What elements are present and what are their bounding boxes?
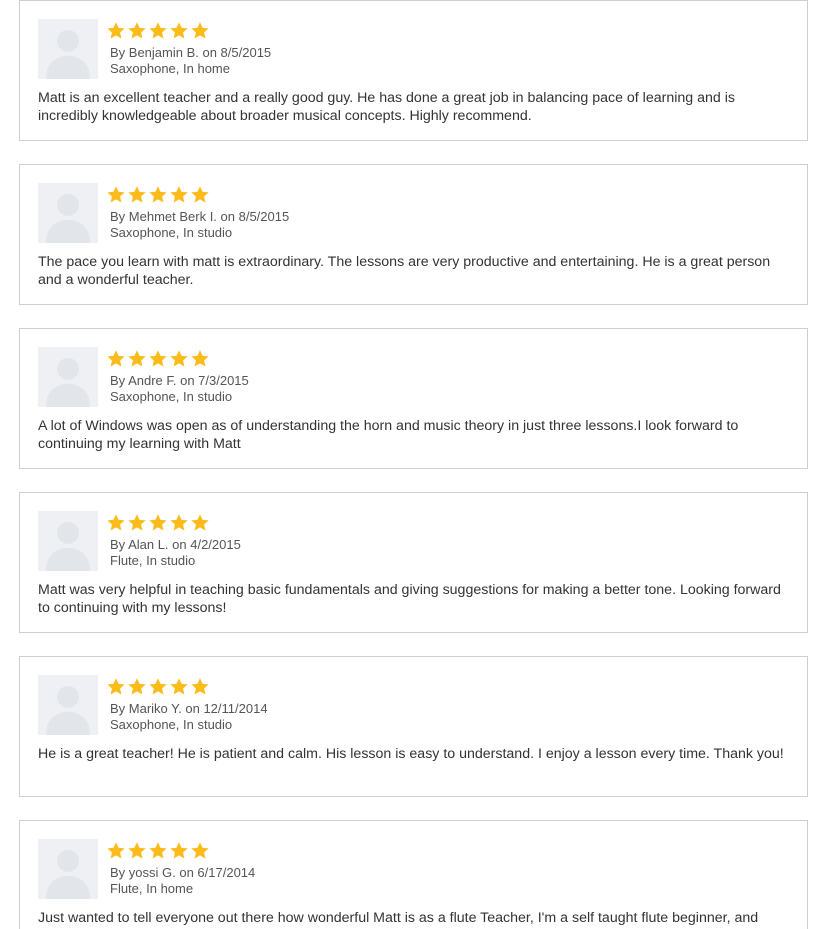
- star-icon: [170, 186, 188, 203]
- review-byline: By Mariko Y. on 12/11/2014: [110, 701, 268, 716]
- star-icon: [128, 186, 146, 203]
- star-icon: [170, 22, 188, 39]
- star-icon: [107, 842, 125, 859]
- review-subject: Flute, In studio: [110, 553, 196, 568]
- star-icon: [191, 22, 209, 39]
- star-rating: [106, 841, 210, 861]
- star-icon: [149, 186, 167, 203]
- star-icon: [107, 350, 125, 367]
- review-subject: Flute, In home: [110, 881, 194, 896]
- star-icon: [149, 22, 167, 39]
- user-silhouette-icon: [38, 675, 98, 735]
- star-rating: [106, 677, 210, 697]
- star-icon: [191, 514, 209, 531]
- user-silhouette-icon: [38, 19, 98, 79]
- user-silhouette-icon: [38, 839, 98, 899]
- star-icon: [170, 514, 188, 531]
- review-byline: By Mehmet Berk I. on 8/5/2015: [110, 209, 290, 224]
- reviews-list: By Benjamin B. on 8/5/2015 Saxophone, In…: [0, 0, 821, 929]
- star-icon: [191, 678, 209, 695]
- review-subject: Saxophone, In studio: [110, 225, 233, 240]
- review-card: By Mariko Y. on 12/11/2014 Saxophone, In…: [19, 656, 808, 797]
- review-byline: By Andre F. on 7/3/2015: [110, 373, 249, 388]
- star-icon: [128, 22, 146, 39]
- star-rating: [106, 513, 210, 533]
- star-icon: [149, 842, 167, 859]
- star-rating: [106, 21, 210, 41]
- star-rating: [106, 185, 210, 205]
- user-silhouette-icon: [38, 347, 98, 407]
- review-card: By Andre F. on 7/3/2015 Saxophone, In st…: [19, 328, 808, 469]
- review-text: A lot of Windows was open as of understa…: [38, 418, 739, 452]
- star-icon: [149, 514, 167, 531]
- star-icon: [128, 678, 146, 695]
- review-subject: Saxophone, In home: [110, 61, 230, 76]
- review-text: Just wanted to tell everyone out there h…: [38, 910, 759, 926]
- star-icon: [107, 514, 125, 531]
- review-text: The pace you learn with matt is extraord…: [38, 254, 771, 288]
- review-byline: By Alan L. on 4/2/2015: [110, 537, 241, 552]
- star-icon: [191, 350, 209, 367]
- star-rating: [106, 349, 210, 369]
- review-byline: By Benjamin B. on 8/5/2015: [110, 45, 272, 60]
- review-subject: Saxophone, In studio: [110, 389, 233, 404]
- star-icon: [191, 842, 209, 859]
- star-icon: [170, 350, 188, 367]
- star-icon: [149, 350, 167, 367]
- star-icon: [170, 842, 188, 859]
- review-byline: By yossi G. on 6/17/2014: [110, 865, 256, 880]
- star-icon: [107, 678, 125, 695]
- star-icon: [128, 514, 146, 531]
- star-icon: [107, 186, 125, 203]
- review-card: By Benjamin B. on 8/5/2015 Saxophone, In…: [19, 0, 808, 141]
- star-icon: [107, 22, 125, 39]
- star-icon: [149, 678, 167, 695]
- review-text: Matt is an excellent teacher and a reall…: [38, 90, 735, 124]
- review-card: By Alan L. on 4/2/2015 Flute, In studio …: [19, 492, 808, 633]
- review-text: Matt was very helpful in teaching basic …: [38, 582, 781, 616]
- review-text: He is a great teacher! He is patient and…: [38, 746, 784, 762]
- star-icon: [170, 678, 188, 695]
- star-icon: [128, 350, 146, 367]
- review-card: By yossi G. on 6/17/2014 Flute, In home …: [19, 820, 808, 929]
- star-icon: [128, 842, 146, 859]
- star-icon: [191, 186, 209, 203]
- user-silhouette-icon: [38, 183, 98, 243]
- review-card: By Mehmet Berk I. on 8/5/2015 Saxophone,…: [19, 164, 808, 305]
- review-subject: Saxophone, In studio: [110, 717, 233, 732]
- user-silhouette-icon: [38, 511, 98, 571]
